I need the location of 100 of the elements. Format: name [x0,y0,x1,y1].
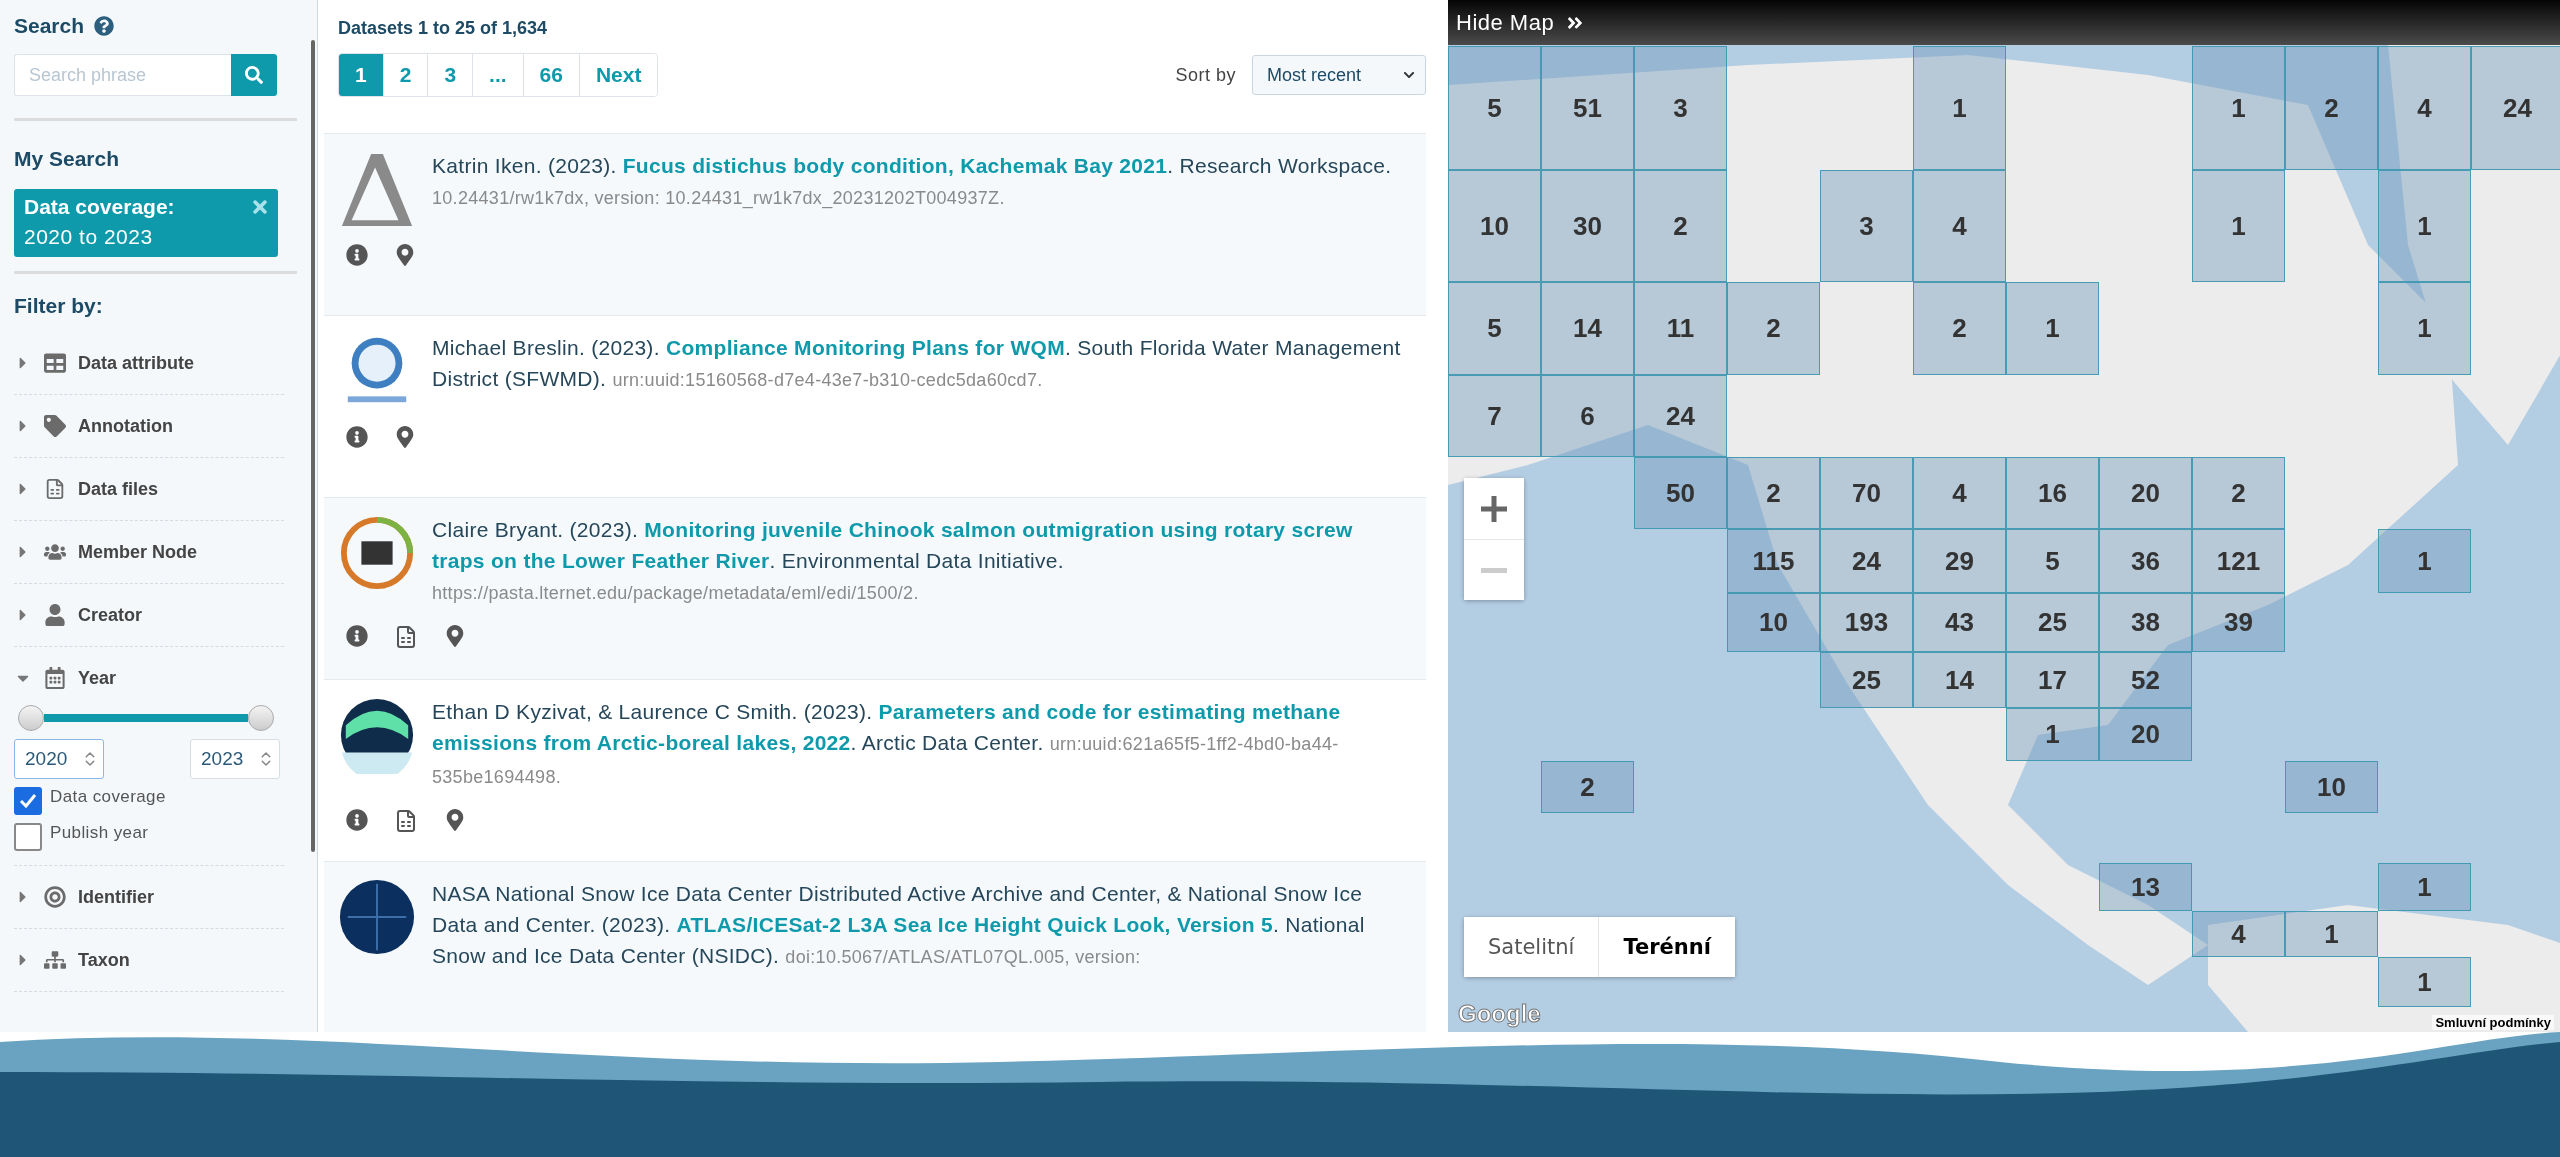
count-cell[interactable]: 6 [1541,375,1634,457]
slider-thumb[interactable] [248,705,274,731]
search-field[interactable]: Search phrase [14,54,231,96]
count-cell[interactable]: 1 [2378,529,2471,593]
filter-toggle[interactable]: Year [14,661,117,695]
count-cell[interactable]: 70 [1820,457,1913,529]
count-cell[interactable]: 1 [2285,911,2378,957]
zoom-in-button[interactable] [1464,478,1524,539]
checkbox[interactable] [14,787,42,815]
count-cell[interactable]: 25 [1820,652,1913,708]
count-cell[interactable]: 2 [2192,457,2285,529]
count-cell[interactable]: 2 [2285,46,2378,170]
slider-thumb[interactable] [18,705,44,731]
count-cell[interactable]: 14 [1541,282,1634,375]
count-cell[interactable]: 30 [1541,170,1634,282]
count-cell[interactable]: 10 [1448,170,1541,282]
count-cell[interactable]: 39 [2192,593,2285,652]
filter-toggle[interactable]: Taxon [14,943,130,977]
count-cell[interactable]: 1 [2006,708,2099,761]
count-cell[interactable]: 1 [2192,46,2285,170]
map-type-button[interactable]: Satelitní [1464,917,1599,977]
spreadsheet-icon[interactable] [394,625,418,649]
count-cell[interactable]: 50 [1634,457,1727,529]
count-cell[interactable]: 1 [2192,170,2285,282]
count-cell[interactable]: 121 [2192,529,2285,593]
range-slider[interactable] [18,705,274,731]
year-field[interactable]: 2020 [14,739,104,779]
count-cell[interactable]: 1 [2006,282,2099,375]
count-cell[interactable]: 14 [1913,652,2006,708]
count-cell[interactable]: 193 [1820,593,1913,652]
count-cell[interactable]: 10 [1727,593,1820,652]
year-field[interactable]: 2023 [190,739,280,779]
filter-toggle[interactable]: Identifier [14,880,154,914]
count-cell[interactable]: 5 [1448,46,1541,170]
hide-map-button[interactable]: Hide Map [1448,0,2560,45]
sort-dropdown[interactable]: Most recent [1252,55,1426,95]
count-cell[interactable]: 1 [2378,863,2471,911]
count-cell[interactable]: 2 [1727,282,1820,375]
info-icon[interactable] [346,244,368,266]
count-cell[interactable]: 36 [2099,529,2192,593]
count-cell[interactable]: 17 [2006,652,2099,708]
location-pin-icon[interactable] [444,809,466,831]
my-search-heading: My Search [14,147,120,171]
count-cell[interactable]: 20 [2099,708,2192,761]
people-icon [44,541,66,563]
location-pin-icon[interactable] [394,426,416,448]
terms-link[interactable]: Smluvní podmínky [2432,1015,2554,1030]
count-cell[interactable]: 11 [1634,282,1727,375]
count-cell[interactable]: 38 [2099,593,2192,652]
count-cell[interactable]: 51 [1541,46,1634,170]
count-cell[interactable]: 5 [1448,282,1541,375]
count-cell[interactable]: 4 [1913,457,2006,529]
count-cell[interactable]: 7 [1448,375,1541,457]
count-cell[interactable]: 1 [2378,957,2471,1007]
filter-toggle[interactable]: Annotation [14,409,173,443]
count-cell[interactable]: 2 [1913,282,2006,375]
count-cell[interactable]: 2 [1541,761,1634,813]
count-cell[interactable]: 5 [2006,529,2099,593]
map-type-button[interactable]: Terénní [1598,917,1735,977]
count-cell[interactable]: 2 [1634,170,1727,282]
count-cell[interactable]: 25 [2006,593,2099,652]
plus-icon [1481,495,1507,522]
count-cell[interactable]: 29 [1913,529,2006,593]
count-cell[interactable]: 115 [1727,529,1820,593]
count-cell[interactable]: 3 [1820,170,1913,282]
help-icon[interactable] [94,16,115,36]
count-cell[interactable]: 4 [2378,46,2471,170]
count-cell[interactable]: 1 [2378,170,2471,282]
info-icon[interactable] [346,625,368,647]
results-summary: Datasets 1 to 25 of 1,634 [338,18,549,39]
count-cell[interactable]: 1 [1913,46,2006,170]
location-pin-icon[interactable] [394,244,416,266]
info-icon[interactable] [346,426,368,448]
count-cell[interactable]: 24 [1820,529,1913,593]
count-cell[interactable]: 43 [1913,593,2006,652]
checkbox[interactable] [14,823,42,851]
count-cell[interactable]: 1 [2378,282,2471,375]
scrollbar[interactable] [311,40,315,852]
count-cell[interactable]: 20 [2099,457,2192,529]
count-cell[interactable]: 2 [1727,457,1820,529]
search-button[interactable] [231,54,277,96]
count-cell[interactable]: 16 [2006,457,2099,529]
count-cell[interactable]: 10 [2285,761,2378,813]
tag-label: Data coverage: [24,195,175,219]
location-pin-icon[interactable] [444,625,466,647]
count-cell[interactable]: 24 [1634,375,1727,457]
spreadsheet-icon[interactable] [394,809,418,833]
count-cell[interactable]: 3 [1634,46,1727,170]
map[interactable]: 5 51 3 1 1 2 4 24 10 30 2 3 4 1 1 5 14 11 2 2 1 1 7 6 24 50 2 70 4 16 20 2 115 24 29 5 36 121 1 10 193 43 25 38 39 25 14 17 52 1 20 2 10 13 1 4 1 1 Satelitní Terénní Google Smluvní podmínky [1448,45,2560,1032]
filter-toggle[interactable]: Data files [14,472,159,506]
filter-toggle[interactable]: Data attribute [14,346,194,380]
info-icon[interactable] [346,809,368,831]
count-cell[interactable]: 4 [2192,911,2285,957]
count-cell[interactable]: 24 [2471,46,2560,170]
filter-heading: Filter by: [14,294,103,318]
count-cell[interactable]: 13 [2099,863,2192,911]
count-cell[interactable]: 4 [1913,170,2006,282]
filter-toggle[interactable]: Member Node [14,535,198,569]
filter-toggle[interactable]: Creator [14,598,143,632]
count-cell[interactable]: 52 [2099,652,2192,708]
